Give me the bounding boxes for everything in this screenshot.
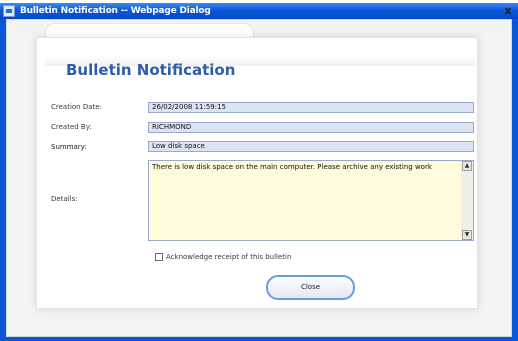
details-label: Details: [51,195,78,203]
scroll-down-arrow-icon[interactable]: ▼ [462,230,472,240]
creation-date-field[interactable]: 26/02/2008 11:59:15 [148,102,474,113]
created-by-field[interactable]: RICHMOND [148,122,474,133]
summary-field[interactable]: Low disk space [148,141,474,152]
scroll-up-arrow-icon[interactable]: ▲ [462,161,472,171]
window-title: Bulletin Notification -- Webpage Dialog [20,6,211,16]
title-bar[interactable]: Bulletin Notification -- Webpage Dialog … [0,0,518,19]
details-text: There is low disk space on the main comp… [152,163,432,171]
close-button[interactable]: Close [266,275,355,300]
summary-label: Summary: [51,143,87,151]
acknowledge-label[interactable]: Acknowledge receipt of this bulletin [166,253,291,261]
close-window-icon[interactable]: x [501,4,515,18]
creation-date-label: Creation Date: [51,103,102,111]
app-window-icon [3,5,15,17]
page-title: Bulletin Notification [66,61,236,79]
details-textarea[interactable]: There is low disk space on the main comp… [148,160,474,241]
acknowledge-checkbox[interactable] [155,253,163,261]
created-by-label: Created By: [51,123,92,131]
details-scrollbar[interactable]: ▲ ▼ [461,161,473,240]
